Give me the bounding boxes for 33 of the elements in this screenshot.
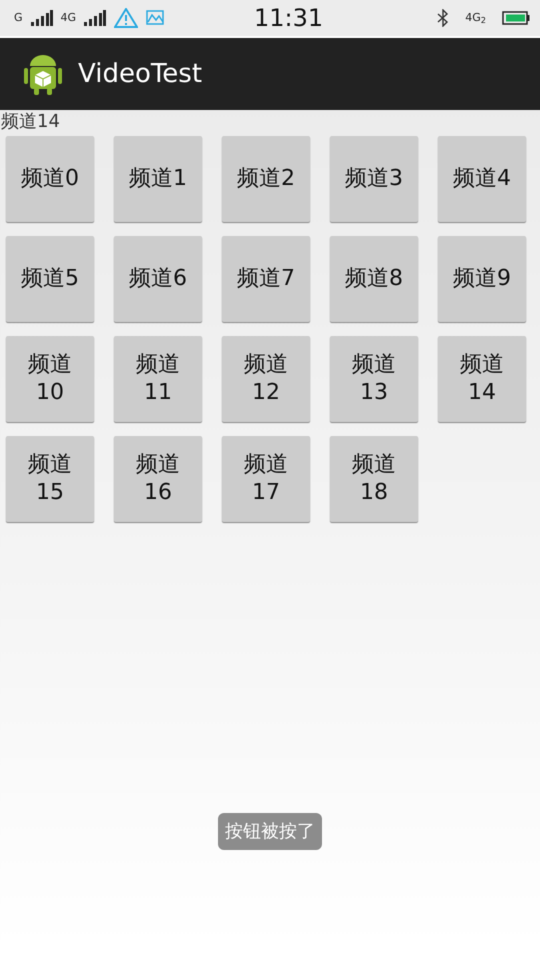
channel-button[interactable]: 频道3 xyxy=(330,136,418,222)
channel-button[interactable]: 频道15 xyxy=(6,436,94,522)
channel-button[interactable]: 频道14 xyxy=(438,336,526,422)
bluetooth-icon xyxy=(437,9,450,27)
channel-button[interactable]: 频道13 xyxy=(330,336,418,422)
current-channel-label: 频道14 xyxy=(1,111,60,132)
sim-label: 4G xyxy=(60,10,76,26)
channel-button[interactable]: 频道9 xyxy=(438,236,526,322)
channel-button[interactable]: 频道16 xyxy=(114,436,202,522)
channel-button[interactable]: 频道10 xyxy=(6,336,94,422)
channel-button[interactable]: 频道11 xyxy=(114,336,202,422)
channel-button[interactable]: 频道12 xyxy=(222,336,310,422)
channel-button[interactable]: 频道18 xyxy=(330,436,418,522)
channel-button[interactable]: 频道0 xyxy=(6,136,94,222)
clock: 11:31 xyxy=(254,3,324,34)
image-icon xyxy=(146,9,166,27)
sim-label: G xyxy=(14,10,23,26)
channel-button[interactable]: 频道6 xyxy=(114,236,202,322)
toast-message: 按钮被按了 xyxy=(218,813,322,850)
android-robot-icon xyxy=(24,52,62,96)
channel-button[interactable]: 频道1 xyxy=(114,136,202,222)
signal-icon xyxy=(30,10,53,26)
network-label: 4G$_{2}$ xyxy=(465,10,486,26)
channel-button[interactable]: 频道5 xyxy=(6,236,94,322)
signal-icon xyxy=(84,10,106,26)
battery-icon xyxy=(502,11,530,25)
app-title: VideoTest xyxy=(78,58,202,90)
warning-icon xyxy=(114,8,138,28)
channel-button[interactable]: 频道17 xyxy=(222,436,310,522)
channel-button[interactable]: 频道4 xyxy=(438,136,526,222)
channel-button[interactable]: 频道8 xyxy=(330,236,418,322)
channel-button[interactable]: 频道2 xyxy=(222,136,310,222)
channel-button[interactable]: 频道7 xyxy=(222,236,310,322)
